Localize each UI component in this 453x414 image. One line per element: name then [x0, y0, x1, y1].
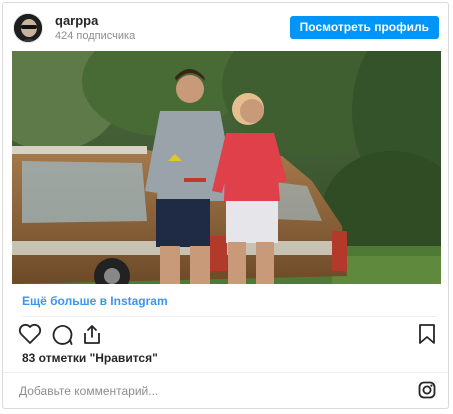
likes-count[interactable]: 83 отметки "Нравится": [22, 351, 158, 365]
heart-icon[interactable]: [18, 323, 42, 345]
instagram-icon[interactable]: [418, 381, 436, 399]
comment-input[interactable]: [19, 382, 379, 400]
share-icon[interactable]: [81, 323, 103, 345]
view-profile-button[interactable]: Посмотреть профиль: [289, 16, 439, 39]
comment-row: [3, 372, 448, 409]
follower-count: 424 подписчика: [55, 30, 136, 42]
more-on-instagram-link[interactable]: Ещё больше в Instagram: [22, 294, 168, 308]
avatar[interactable]: [13, 13, 43, 43]
instagram-embed-card: qarppa 424 подписчика Посмотреть профиль: [2, 2, 449, 409]
comment-icon[interactable]: [51, 323, 73, 345]
divider: [22, 316, 437, 317]
post-header: qarppa 424 подписчика Посмотреть профиль: [3, 3, 448, 53]
username[interactable]: qarppa: [55, 13, 98, 28]
post-actions: [18, 323, 438, 349]
bookmark-icon[interactable]: [418, 323, 436, 345]
post-photo[interactable]: [12, 51, 441, 284]
